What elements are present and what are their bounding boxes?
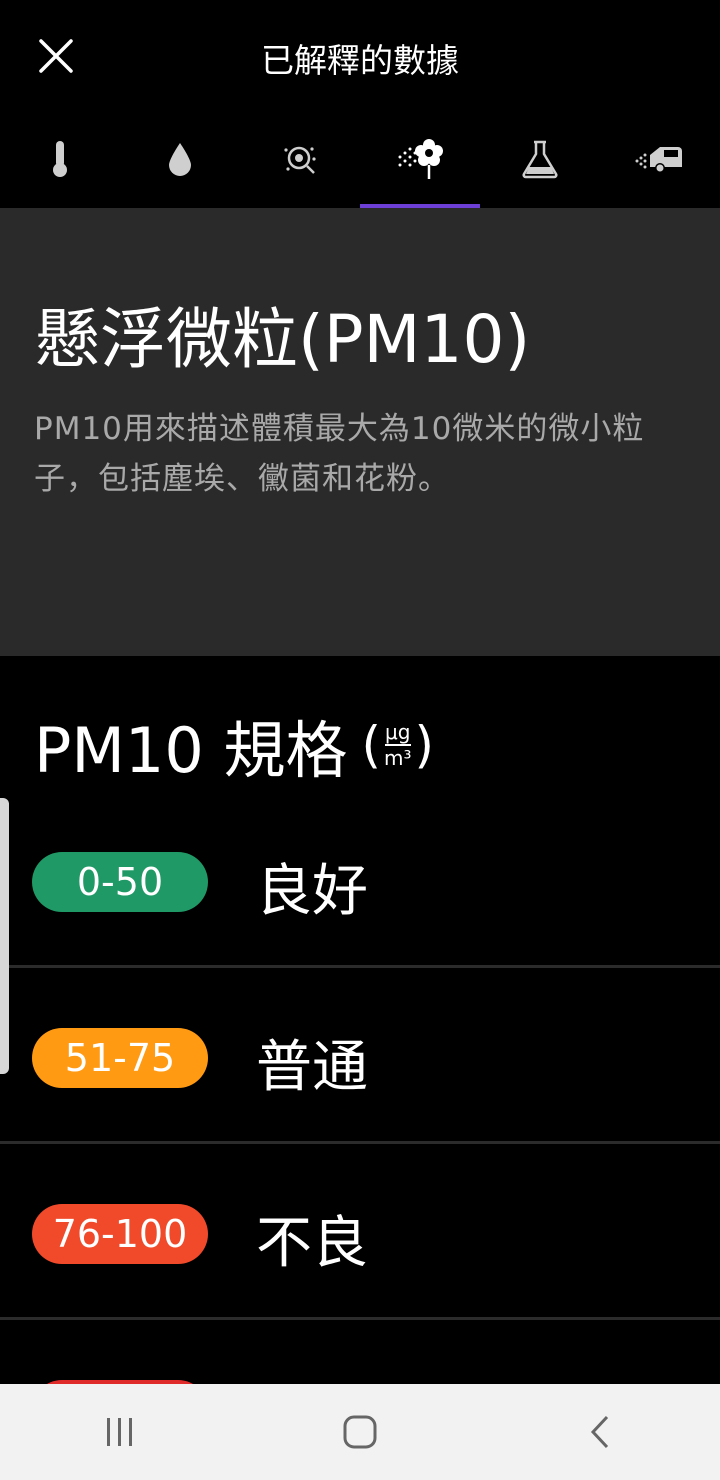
unit-fraction: μg m³ [384, 721, 412, 769]
unit-numerator: μg [385, 720, 411, 744]
top-bar: 已解釋的數據 [0, 0, 720, 110]
range-label: 不良 [256, 1211, 368, 1276]
pollutant-title: 懸浮微粒(PM10) [34, 301, 531, 378]
tab-bacteria[interactable] [240, 110, 360, 208]
bacteria-icon [284, 146, 316, 174]
range-badge: 76-100 [32, 1204, 208, 1264]
home-icon [343, 1415, 377, 1449]
unit-paren-close: ) [414, 716, 435, 774]
range-badge: 51-75 [32, 1028, 208, 1088]
car-exhaust-icon [635, 147, 682, 173]
unit-denominator: m³ [384, 746, 412, 770]
tab-vehicle-emissions[interactable] [600, 110, 720, 208]
unit-paren-open: ( [361, 716, 381, 774]
range-label: 良好 [256, 859, 368, 924]
recent-apps-button[interactable] [60, 1384, 180, 1480]
recent-apps-icon [107, 1418, 132, 1446]
tab-pollen[interactable] [360, 110, 480, 208]
range-label: 普通 [256, 1035, 368, 1100]
home-button[interactable] [300, 1384, 420, 1480]
flask-icon [522, 140, 558, 179]
scale-unit: ( μg m³ ) [361, 716, 434, 774]
scale-title: PM10 規格 [34, 714, 348, 787]
pollutant-info-panel: 懸浮微粒(PM10) PM10用來描述體積最大為10微米的微小粒子，包括塵埃、黴… [0, 208, 720, 656]
pollen-flower-icon [398, 139, 443, 179]
edge-panel-handle[interactable] [0, 798, 9, 1074]
scale-row-moderate: 51-75 普通 [0, 968, 720, 1144]
system-navigation-bar [0, 1384, 720, 1480]
tab-humidity[interactable] [120, 110, 240, 208]
pollutant-description: PM10用來描述體積最大為10微米的微小粒子，包括塵埃、黴菌和花粉。 [34, 411, 645, 497]
back-chevron-icon [590, 1415, 609, 1449]
humidity-drop-icon [169, 143, 191, 176]
thermometer-icon [53, 141, 67, 177]
tab-chemicals[interactable] [480, 110, 600, 208]
category-tabs [0, 110, 720, 208]
range-badge: 0-50 [32, 852, 208, 912]
scale-row-good: 0-50 良好 [0, 792, 720, 968]
tab-temperature[interactable] [0, 110, 120, 208]
scale-heading: PM10 規格 ( μg m³ ) [34, 700, 434, 790]
scale-row-poor: 76-100 不良 [0, 1144, 720, 1320]
page-title: 已解釋的數據 [261, 41, 459, 80]
back-button[interactable] [540, 1384, 660, 1480]
